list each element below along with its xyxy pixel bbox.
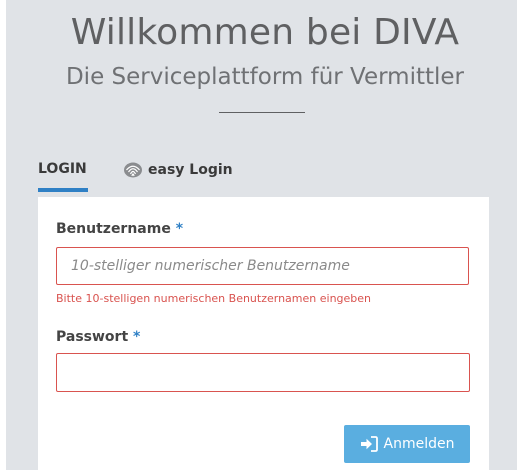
page-subtitle: Die Serviceplattform für Vermittler [65,64,465,90]
login-button-label: Anmelden [383,436,455,452]
title-divider [219,112,305,113]
username-label-text: Benutzername [56,221,171,237]
tab-easy-login-label: easy Login [148,162,233,178]
username-input[interactable] [56,247,469,285]
tab-login-label: LOGIN [38,161,87,177]
tab-easy-login[interactable]: easy Login [122,161,233,179]
username-label: Benutzername * [56,221,183,237]
page-title: Willkommen bei DIVA [70,12,460,53]
login-button[interactable]: Anmelden [344,425,470,463]
required-marker: * [133,329,141,345]
sign-in-icon [360,436,378,452]
required-marker: * [175,221,184,237]
tab-active-indicator [38,188,88,192]
password-label: Passwort * [56,329,140,345]
username-error: Bitte 10-stelligen numerischen Benutzern… [56,292,372,305]
password-label-text: Passwort [56,329,129,345]
fingerprint-icon [122,161,144,179]
password-input[interactable] [56,353,470,392]
tab-login[interactable]: LOGIN [38,161,87,177]
